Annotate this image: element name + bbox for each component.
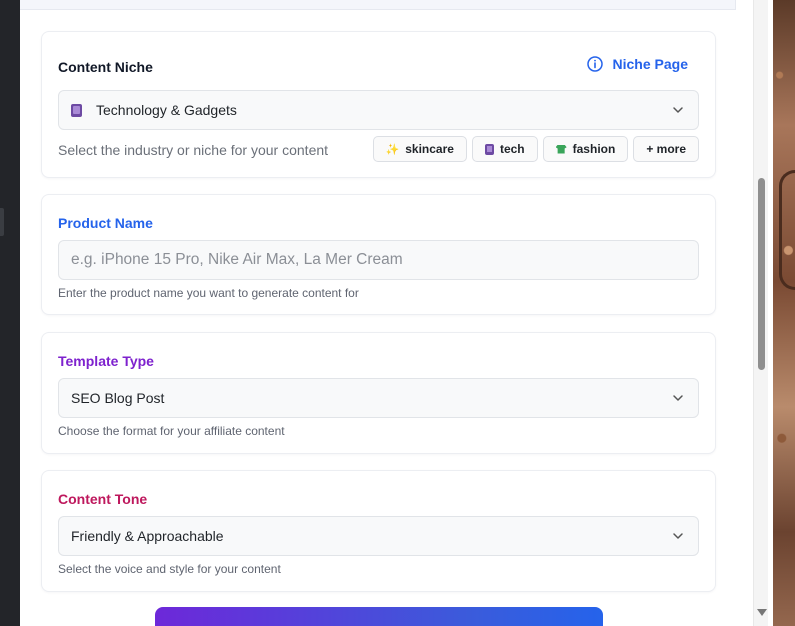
content-tone-select[interactable]: Friendly & Approachable	[58, 516, 699, 556]
product-name-label: Product Name	[58, 215, 153, 231]
niche-selected-value: Technology & Gadgets	[96, 102, 237, 118]
niche-select[interactable]: Technology & Gadgets	[58, 90, 699, 130]
vertical-scrollbar[interactable]	[753, 0, 768, 626]
sparkles-icon: ✨	[385, 143, 400, 156]
template-type-label: Template Type	[58, 353, 154, 369]
chevron-down-icon	[672, 104, 684, 116]
content-tone-card: Content Tone Friendly & Approachable Sel…	[41, 470, 716, 592]
background-arch	[779, 170, 795, 290]
chip-label: skincare	[405, 142, 454, 156]
content-tone-helper: Select the voice and style for your cont…	[58, 562, 281, 576]
chevron-down-icon	[672, 530, 684, 542]
product-name-helper: Enter the product name you want to gener…	[58, 286, 359, 300]
template-type-select[interactable]: SEO Blog Post	[58, 378, 699, 418]
chip-label: tech	[499, 142, 525, 156]
content-niche-card: Content Niche Niche Page Technology & Ga…	[41, 31, 716, 178]
left-edge-handle	[0, 208, 4, 236]
background-photo	[773, 0, 795, 626]
template-type-card: Template Type SEO Blog Post Choose the f…	[41, 332, 716, 454]
chip-fashion[interactable]: fashion	[542, 136, 629, 162]
product-name-card: Product Name e.g. iPhone 15 Pro, Nike Ai…	[41, 194, 716, 315]
chip-label: + more	[646, 142, 686, 156]
chevron-down-icon	[672, 392, 684, 404]
tone-selected-value: Friendly & Approachable	[71, 528, 224, 544]
content-niche-label: Content Niche	[58, 59, 153, 75]
content-tone-label: Content Tone	[58, 491, 148, 507]
niche-helper: Select the industry or niche for your co…	[58, 142, 329, 158]
shirt-icon	[555, 144, 567, 154]
chip-more[interactable]: + more	[633, 136, 699, 162]
left-window-strip	[0, 0, 20, 626]
product-name-input[interactable]: e.g. iPhone 15 Pro, Nike Air Max, La Mer…	[58, 240, 699, 280]
template-selected-value: SEO Blog Post	[71, 390, 165, 406]
info-icon	[586, 56, 603, 72]
generate-button[interactable]	[155, 607, 603, 626]
chip-label: fashion	[572, 142, 616, 156]
niche-page-label: Niche Page	[612, 56, 688, 72]
phone-icon	[484, 143, 494, 155]
chip-skincare[interactable]: ✨ skincare	[372, 136, 467, 162]
niche-page-link[interactable]: Niche Page	[586, 56, 688, 72]
niche-chip-row: ✨ skincare tech fashion + more	[372, 136, 699, 162]
panel-top-bar	[20, 0, 736, 10]
template-type-helper: Choose the format for your affiliate con…	[58, 424, 285, 438]
phone-emoji-icon	[71, 103, 82, 117]
scrollbar-thumb[interactable]	[758, 178, 765, 370]
scroll-down-arrow-icon[interactable]	[757, 609, 767, 616]
chip-tech[interactable]: tech	[471, 136, 538, 162]
form-panel: Content Niche Niche Page Technology & Ga…	[20, 0, 773, 626]
